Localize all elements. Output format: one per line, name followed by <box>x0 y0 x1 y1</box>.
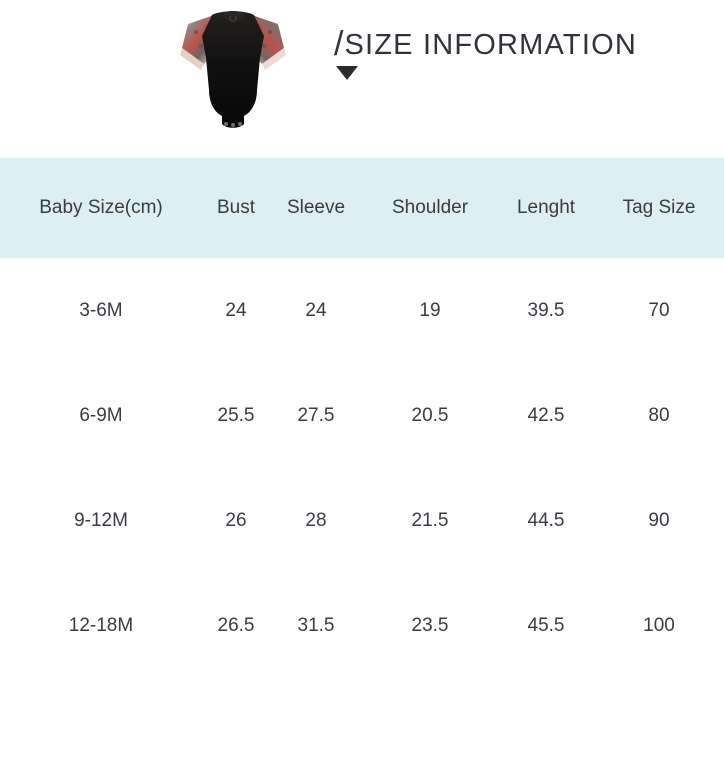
table-header-row: Baby Size(cm) Bust Sleeve Shoulder Lengh… <box>0 158 724 258</box>
cell-length: 44.5 <box>498 468 594 573</box>
size-info-header: / SIZE INFORMATION <box>0 0 724 158</box>
cell-baby-size: 12-18M <box>0 573 202 678</box>
cell-shoulder: 20.5 <box>362 363 498 468</box>
cell-shoulder: 23.5 <box>362 573 498 678</box>
cell-tag-size: 100 <box>594 573 724 678</box>
cell-bust: 24 <box>202 258 270 363</box>
table-row: 6-9M 25.5 27.5 20.5 42.5 80 <box>0 363 724 468</box>
table-row: 3-6M 24 24 19 39.5 70 <box>0 258 724 363</box>
cell-length: 45.5 <box>498 573 594 678</box>
product-photo <box>168 2 298 134</box>
cell-bust: 26 <box>202 468 270 573</box>
cell-sleeve: 24 <box>270 258 362 363</box>
cell-sleeve: 31.5 <box>270 573 362 678</box>
table-row: 9-12M 26 28 21.5 44.5 90 <box>0 468 724 573</box>
triangle-down-icon <box>336 66 358 81</box>
cell-tag-size: 70 <box>594 258 724 363</box>
cell-baby-size: 6-9M <box>0 363 202 468</box>
cell-shoulder: 21.5 <box>362 468 498 573</box>
title-slash-mark: / <box>334 25 344 63</box>
page-title: SIZE INFORMATION <box>344 29 638 61</box>
cell-length: 39.5 <box>498 258 594 363</box>
column-header-sleeve: Sleeve <box>286 197 346 218</box>
cell-tag-size: 80 <box>594 363 724 468</box>
column-header-tag-size: Tag Size <box>622 197 696 218</box>
table-row: 12-18M 26.5 31.5 23.5 45.5 100 <box>0 573 724 678</box>
cell-sleeve: 27.5 <box>270 363 362 468</box>
cell-bust: 25.5 <box>202 363 270 468</box>
column-header-bust: Bust <box>216 197 256 218</box>
cell-shoulder: 19 <box>362 258 498 363</box>
cell-tag-size: 90 <box>594 468 724 573</box>
title-block: / SIZE INFORMATION <box>334 25 694 81</box>
cell-baby-size: 9-12M <box>0 468 202 573</box>
cell-sleeve: 28 <box>270 468 362 573</box>
cell-baby-size: 3-6M <box>0 258 202 363</box>
column-header-baby-size: Baby Size(cm) <box>39 197 163 218</box>
cell-bust: 26.5 <box>202 573 270 678</box>
column-header-length: Lenght <box>516 197 576 218</box>
column-header-shoulder: Shoulder <box>391 197 469 218</box>
cell-length: 42.5 <box>498 363 594 468</box>
bottom-whitespace <box>0 678 724 762</box>
size-information-table: Baby Size(cm) Bust Sleeve Shoulder Lengh… <box>0 158 724 678</box>
